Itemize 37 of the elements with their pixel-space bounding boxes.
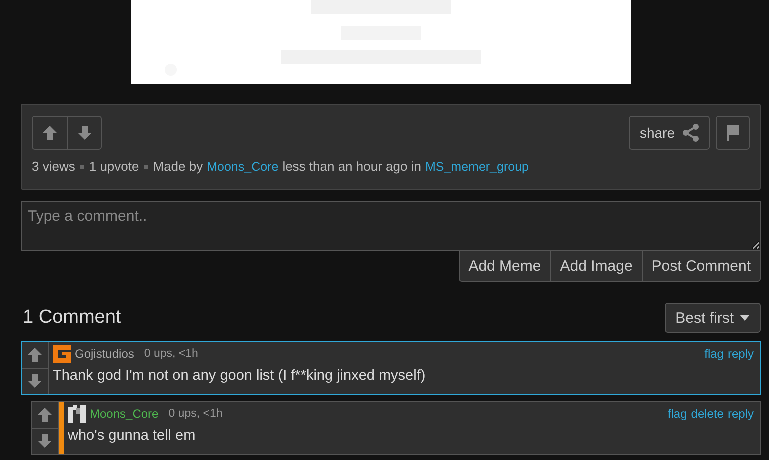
action-button[interactable]: Add Image <box>550 251 642 281</box>
avatar-icon <box>53 345 71 363</box>
op-bar <box>59 402 64 454</box>
stat-text: 1 upvote <box>89 159 140 174</box>
share-icon <box>681 123 701 143</box>
username-link[interactable]: Moons_Core <box>90 407 159 421</box>
action-button[interactable]: Add Meme <box>460 251 550 281</box>
comment-meta: 0 ups, <1h <box>144 348 198 360</box>
up-arrow-icon <box>27 346 43 363</box>
time-text: less than an hour ago in <box>282 159 422 174</box>
up-arrow-icon <box>42 125 58 141</box>
comment-text: Thank god I'm not on any goon list (I f**king jinxed myself) <box>53 368 427 384</box>
comment-action-link[interactable]: flag <box>668 407 688 421</box>
username-link[interactable]: Gojistudios <box>75 347 134 361</box>
up-arrow-icon <box>37 406 53 423</box>
comment-meta: 0 ups, <1h <box>168 408 223 420</box>
down-arrow-icon <box>27 373 43 390</box>
avatar-icon <box>68 405 86 423</box>
made-by-text: Made by <box>153 159 204 174</box>
stat-text: 3 views <box>32 159 76 174</box>
comment-action-link[interactable]: reply <box>728 347 754 361</box>
comment-action-link[interactable]: reply <box>728 407 754 421</box>
comments-heading: 1 Comment <box>23 307 122 329</box>
down-arrow-icon <box>76 125 92 141</box>
comment-action-link[interactable]: flag <box>704 347 724 361</box>
action-button[interactable]: Post Comment <box>642 251 760 281</box>
comment-action-link[interactable]: delete <box>691 407 724 421</box>
down-arrow-icon <box>37 433 53 450</box>
group-link[interactable]: MS_memer_group <box>425 160 529 174</box>
sort-dropdown[interactable]: Best first <box>664 303 761 333</box>
flag-button[interactable] <box>716 116 750 150</box>
comment-text: who's gunna tell em <box>68 428 197 444</box>
comment-field[interactable]: Type a comment.. <box>21 201 761 251</box>
flag-icon <box>726 124 740 142</box>
share-button[interactable]: share <box>628 116 710 150</box>
caret-icon <box>740 315 750 321</box>
author-link[interactable]: Moons_Core <box>207 160 279 174</box>
